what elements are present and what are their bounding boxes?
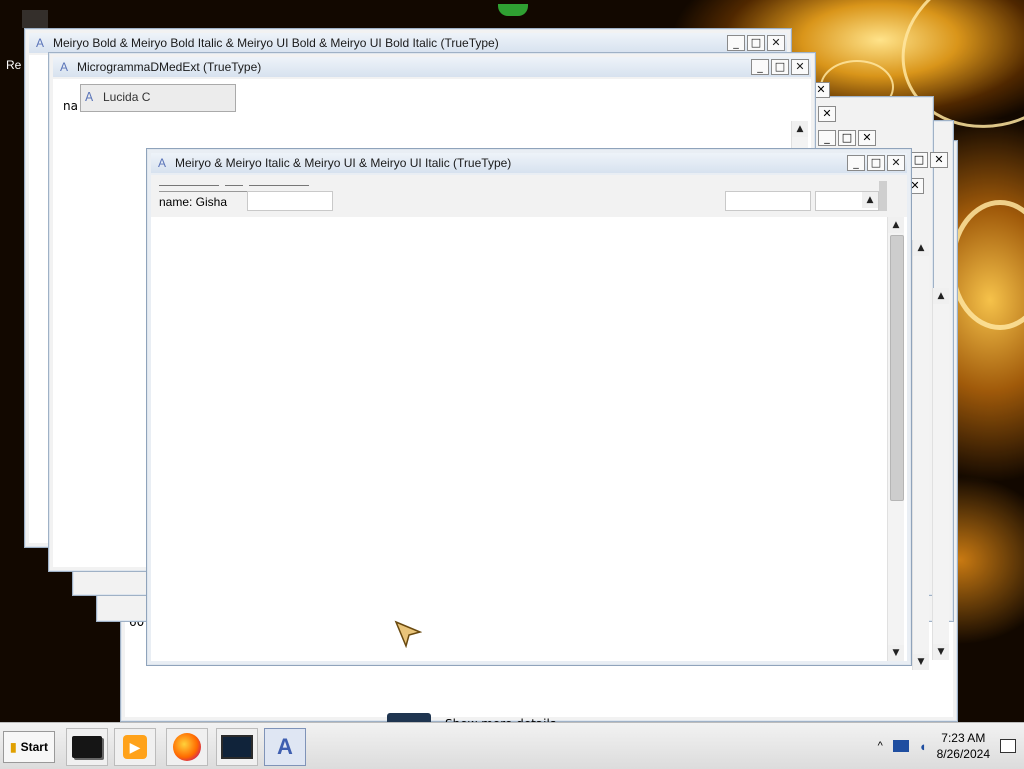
taskbar-button-media-player[interactable]: ▶ — [114, 728, 156, 766]
scroll-down-button[interactable]: ▼ — [933, 644, 949, 660]
font-viewer-icon: A — [277, 734, 293, 759]
scroll-down-button[interactable]: ▼ — [913, 654, 929, 670]
window-title: Lucida C — [103, 90, 151, 104]
start-label: Start — [20, 740, 48, 754]
minimize-button[interactable]: _ — [727, 35, 745, 51]
display-icon — [221, 735, 253, 759]
scroll-up-button[interactable]: ▲ — [933, 288, 949, 304]
taskbar-button-font-viewer[interactable]: A — [264, 728, 306, 766]
taskbar: ▮ Start ▶ A ^ ◖ 7:23 AM 8/26/2024 — [0, 722, 1024, 769]
taskbar-button-terminal[interactable] — [66, 728, 108, 766]
font-window-meiryo[interactable]: A Meiryo & Meiryo Italic & Meiryo UI & M… — [146, 148, 912, 666]
titlebar[interactable]: A MicrogrammaDMedExt (TrueType) _ □ ✕ — [53, 57, 811, 77]
close-button[interactable]: ✕ — [930, 152, 948, 168]
firefox-icon — [173, 733, 201, 761]
vertical-scrollbar[interactable]: ▲ ▼ — [932, 288, 949, 660]
size-field[interactable] — [725, 191, 811, 211]
scroll-up-button[interactable]: ▲ — [792, 121, 808, 137]
minimize-button[interactable]: _ — [751, 59, 769, 75]
scroll-up-button[interactable]: ▲ — [913, 240, 929, 256]
vertical-scrollbar[interactable]: ▲ ▼ — [887, 217, 904, 661]
clock-date: 8/26/2024 — [936, 747, 990, 761]
toolbar-divider — [249, 185, 309, 186]
font-viewer-icon: A — [59, 60, 68, 74]
style-select[interactable]: ▲ — [815, 191, 879, 211]
close-button[interactable]: ✕ — [887, 155, 905, 171]
name-label-fragment: na — [63, 99, 78, 113]
maximize-button[interactable]: □ — [747, 35, 765, 51]
minimize-button[interactable]: _ — [847, 155, 865, 171]
window-title: MicrogrammaDMedExt (TrueType) — [77, 60, 262, 74]
desktop-icon[interactable] — [22, 10, 48, 28]
vertical-scrollbar[interactable]: ▲ ▼ — [912, 240, 929, 670]
desktop-icon-top[interactable] — [498, 4, 528, 16]
close-button[interactable]: ✕ — [858, 130, 876, 146]
taskbar-button-firefox[interactable] — [166, 728, 208, 766]
toolbar-divider — [159, 185, 219, 186]
window-title: Meiryo & Meiryo Italic & Meiryo UI & Mei… — [175, 156, 512, 170]
font-name-label: name: Gisha — [159, 195, 228, 209]
font-viewer-icon: A — [35, 36, 44, 50]
maximize-button[interactable]: □ — [771, 59, 789, 75]
desktop-label: Re — [6, 58, 22, 72]
clock[interactable]: 7:23 AM 8/26/2024 — [937, 730, 990, 762]
system-tray: ^ ◖ 7:23 AM 8/26/2024 — [878, 729, 1024, 763]
maximize-button[interactable]: □ — [867, 155, 885, 171]
preview-area — [151, 217, 887, 661]
minimize-button[interactable]: _ — [818, 130, 836, 146]
titlebar[interactable]: A Meiryo & Meiryo Italic & Meiryo UI & M… — [151, 153, 907, 173]
start-button[interactable]: ▮ Start — [3, 731, 55, 763]
font-viewer-icon: A — [85, 90, 94, 104]
scroll-down-button[interactable]: ▼ — [888, 645, 904, 661]
close-button[interactable]: ✕ — [791, 59, 809, 75]
scroll-up-button[interactable]: ▲ — [888, 217, 904, 233]
notification-icon[interactable] — [1000, 739, 1016, 753]
toolbar-area: name: Gisha ▲ — [151, 175, 907, 217]
font-window-lucida-titlebar[interactable]: A Lucida C — [80, 84, 236, 112]
scroll-thumb[interactable] — [890, 235, 904, 501]
toolbar-divider — [225, 185, 243, 186]
show-hidden-icons-button[interactable]: ^ — [878, 740, 883, 752]
toolbar-scroll-thumb[interactable] — [879, 181, 887, 211]
close-button[interactable]: ✕ — [767, 35, 785, 51]
maximize-button[interactable]: □ — [910, 152, 928, 168]
window-body: name: Gisha ▲ ▲ ▼ — [151, 175, 907, 661]
titlebar[interactable]: A Meiryo Bold & Meiryo Bold Italic & Mei… — [29, 33, 787, 53]
clock-time: 7:23 AM — [941, 731, 986, 745]
window-title: Meiryo Bold & Meiryo Bold Italic & Meiry… — [53, 36, 499, 50]
maximize-button[interactable]: □ — [838, 130, 856, 146]
volume-icon[interactable]: ◖ — [919, 739, 927, 754]
font-viewer-icon: A — [157, 156, 166, 170]
terminal-icon — [72, 736, 102, 758]
start-orb-icon: ▮ — [10, 740, 17, 754]
name-field[interactable] — [247, 191, 333, 211]
close-button[interactable]: ✕ — [818, 106, 836, 122]
spin-up-button[interactable]: ▲ — [862, 192, 878, 208]
media-player-icon: ▶ — [123, 735, 147, 759]
network-icon[interactable] — [892, 740, 909, 752]
cursor-icon — [394, 620, 422, 648]
taskbar-button-display[interactable] — [216, 728, 258, 766]
